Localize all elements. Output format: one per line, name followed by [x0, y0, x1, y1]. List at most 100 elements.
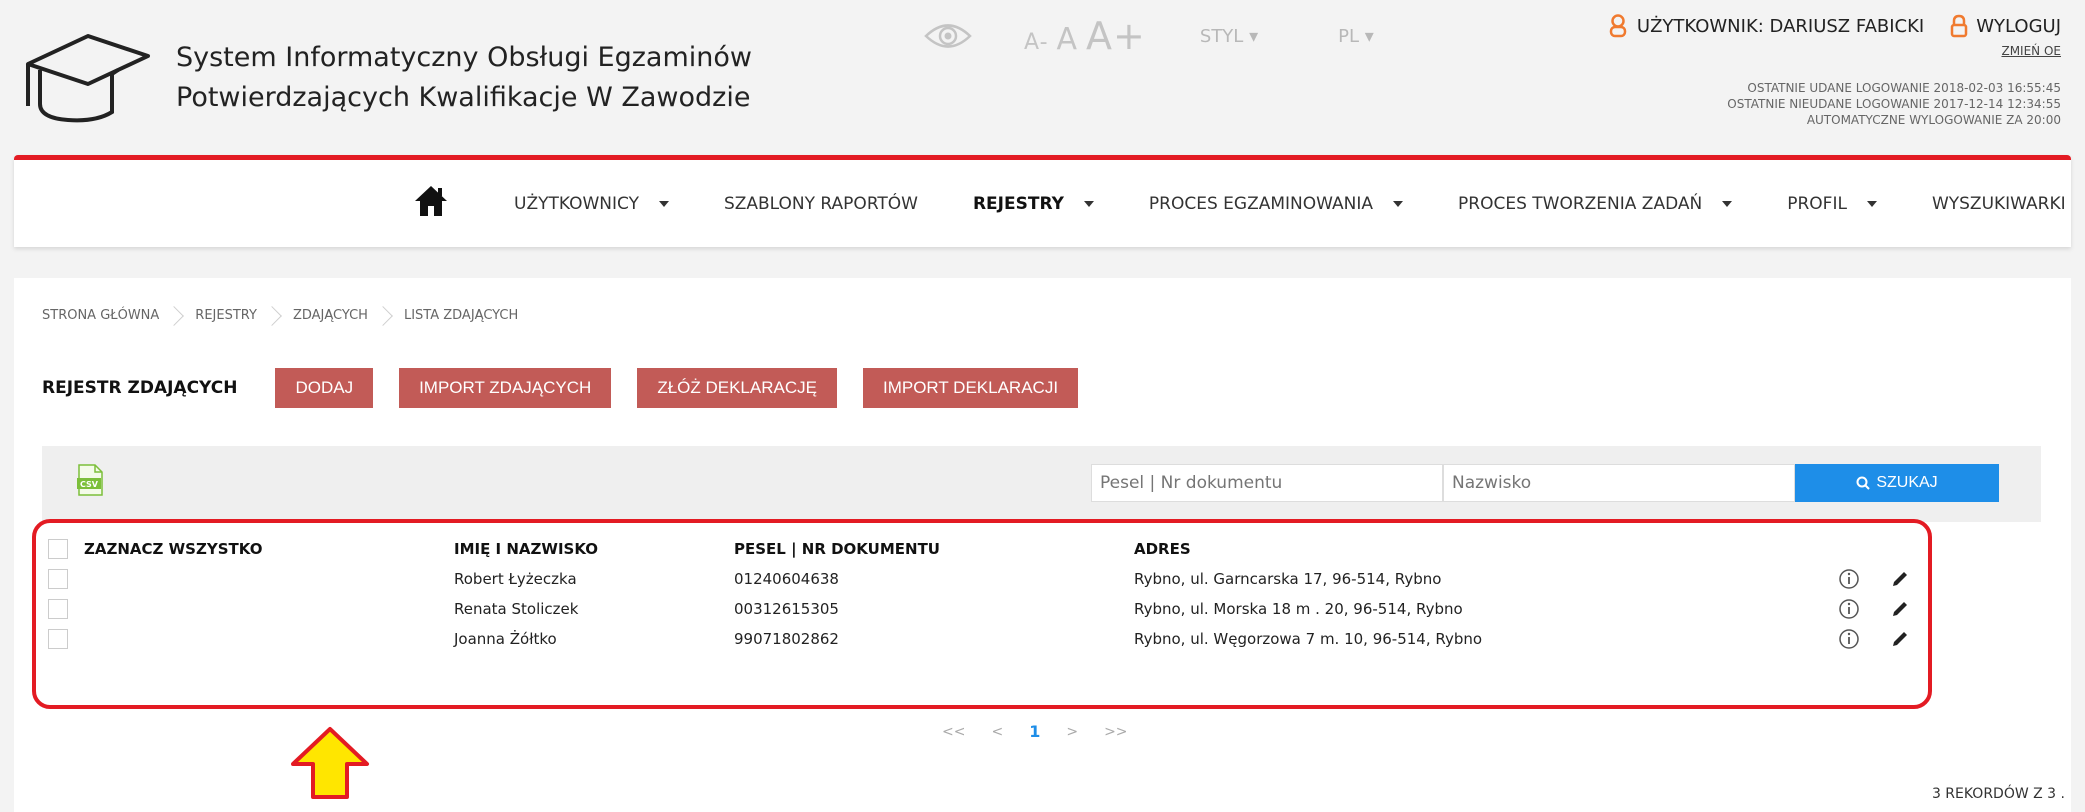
- nav-item-label: PROFIL: [1787, 193, 1847, 214]
- nav-item-0[interactable]: UŻYTKOWNICY: [514, 194, 669, 214]
- pager-current[interactable]: 1: [1029, 722, 1040, 741]
- font-large-button[interactable]: A+: [1086, 14, 1146, 58]
- row-address: Rybno, ul. Garncarska 17, 96-514, Rybno: [1134, 570, 1442, 588]
- lock-icon: [1950, 14, 1968, 38]
- caret-down-icon: [1866, 200, 1877, 207]
- style-label: STYL: [1199, 25, 1244, 47]
- language-label: PL: [1338, 25, 1359, 47]
- row-name: Robert Łyżeczka: [454, 570, 577, 588]
- breadcrumb-item[interactable]: ZDAJĄCYCH: [293, 308, 368, 323]
- header-select-all: ZAZNACZ WSZYSTKO: [84, 540, 263, 558]
- main-navbar: UŻYTKOWNICY SZABLONY RAPORTÓW REJESTRY PROC…: [14, 155, 2071, 247]
- nav-item-label: PROCES TWORZENIA ZADAŃ: [1458, 193, 1703, 214]
- row-name: Renata Stoliczek: [454, 600, 579, 618]
- select-all-checkbox[interactable]: [48, 539, 68, 559]
- user-name-label: UŻYTKOWNIK: DARIUSZ FABICKI: [1636, 15, 1925, 37]
- language-dropdown[interactable]: PL ▾: [1338, 26, 1374, 47]
- search-bar: CSV SZUKAJ: [42, 446, 2041, 522]
- eye-icon[interactable]: [924, 19, 972, 53]
- pencil-icon[interactable]: [1890, 569, 1910, 589]
- logout-label: WYLOGUJ: [1976, 15, 2061, 37]
- records-count: 3 REKORDÓW Z 3 .: [1931, 786, 2065, 802]
- font-size-controls: A- A A+: [1024, 14, 1146, 58]
- search-button-label: SZUKAJ: [1876, 474, 1938, 491]
- breadcrumb-separator-icon: [164, 305, 185, 326]
- row-address: Rybno, ul. Węgorzowa 7 m. 10, 96-514, Ry…: [1134, 630, 1483, 648]
- user-icon: [1609, 14, 1627, 38]
- font-medium-button[interactable]: A: [1057, 22, 1079, 57]
- system-title-line2: Potwierdzających Kwalifikacje W Zawodzie: [176, 82, 751, 113]
- caret-down-icon: [658, 200, 669, 207]
- header-address: ADRES: [1134, 540, 1191, 558]
- register-title: REJESTR ZDAJĄCYCH: [42, 378, 238, 398]
- system-title-line1: System Informatyczny Obsługi Egzaminów: [176, 42, 752, 73]
- table-row: Joanna Żółtko 99071802862 Rybno, ul. Węgor…: [48, 625, 1948, 653]
- row-address: Rybno, ul. Morska 18 m . 20, 96-514, Ryb…: [1134, 600, 1463, 618]
- yellow-arrow-icon: [291, 727, 369, 799]
- breadcrumb-item[interactable]: REJESTRY: [195, 308, 257, 323]
- nav-item-label: PROCES EGZAMINOWANIA: [1148, 193, 1374, 214]
- nav-items: UŻYTKOWNICY SZABLONY RAPORTÓW REJESTRY PROC…: [514, 160, 2085, 247]
- change-password-link[interactable]: ZMIEŃ OE: [1609, 44, 2061, 58]
- caret-down-icon: [1393, 200, 1404, 207]
- nav-item-label: REJESTRY: [972, 193, 1064, 214]
- pager-last[interactable]: >>: [1104, 724, 1127, 740]
- header-name: IMIĘ I NAZWISKO: [454, 540, 599, 558]
- nav-item-4[interactable]: PROCES TWORZENIA ZADAŃ: [1458, 193, 1733, 214]
- pager-first[interactable]: <<: [942, 724, 965, 740]
- info-icon[interactable]: [1838, 568, 1860, 590]
- caret-down-icon: [1083, 200, 1094, 207]
- nav-item-2[interactable]: REJESTRY: [973, 194, 1094, 214]
- nav-item-label: UŻYTKOWNICY: [514, 193, 639, 214]
- caret-down-icon: [1722, 200, 1733, 207]
- info-icon[interactable]: [1838, 628, 1860, 650]
- breadcrumb-separator-icon: [373, 305, 393, 326]
- pencil-icon[interactable]: [1890, 629, 1910, 649]
- surname-search-input[interactable]: [1443, 464, 1795, 502]
- pencil-icon[interactable]: [1890, 599, 1910, 619]
- info-icon[interactable]: [1838, 598, 1860, 620]
- graduation-cap-logo: [26, 34, 150, 123]
- row-name: Joanna Żółtko: [454, 630, 557, 648]
- last-login: OSTATNIE UDANE LOGOWANIE 2018-02-03 16:5…: [1747, 81, 2061, 95]
- nav-item-label: WYSZUKIWARKI: [1931, 193, 2066, 214]
- pager-prev[interactable]: <: [991, 724, 1003, 740]
- auto-logout-timer: AUTOMATYCZNE WYLOGOWANIE ZA 20:00: [1806, 113, 2061, 127]
- nav-item-1[interactable]: SZABLONY RAPORTÓW: [724, 194, 918, 214]
- csv-export-icon[interactable]: CSV: [76, 464, 104, 496]
- row-pesel: 01240604638: [734, 570, 839, 588]
- table-row: Renata Stoliczek 00312615305 Rybno, ul. Mo…: [48, 595, 1948, 623]
- logout-link[interactable]: WYLOGUJ: [1950, 14, 2061, 38]
- import-declarations-button[interactable]: IMPORT DEKLARACJI: [862, 368, 1079, 408]
- add-button[interactable]: DODAJ: [275, 368, 374, 408]
- home-icon[interactable]: [414, 184, 448, 218]
- header-pesel: PESEL | NR DOKUMENTU: [734, 540, 940, 558]
- import-candidates-button[interactable]: IMPORT ZDAJĄCYCH: [399, 368, 612, 408]
- header: System Informatyczny Obsługi Egzaminów P…: [0, 0, 2085, 158]
- row-checkbox[interactable]: [48, 569, 68, 589]
- pager-next[interactable]: >: [1066, 724, 1078, 740]
- system-title: System Informatyczny Obsługi Egzaminów P…: [176, 38, 752, 118]
- nav-item-label: SZABLONY RAPORTÓW: [723, 193, 918, 214]
- nav-item-6[interactable]: WYSZUKIWARKI: [1932, 194, 2085, 214]
- pesel-search-input[interactable]: [1091, 464, 1443, 502]
- register-toolbar: REJESTR ZDAJĄCYCH DODAJ IMPORT ZDAJĄCYCH…: [42, 368, 1104, 408]
- breadcrumb-item[interactable]: STRONA GŁÓWNA: [42, 308, 159, 323]
- last-failed-login: OSTATNIE NIEUDANE LOGOWANIE 2017-12-14 1…: [1727, 97, 2061, 111]
- breadcrumb: STRONA GŁÓWNA REJESTRY ZDAJĄCYCH LISTA ZDAJ…: [42, 305, 519, 326]
- nav-item-5[interactable]: PROFIL: [1787, 194, 1877, 214]
- search-button[interactable]: SZUKAJ: [1795, 464, 1999, 502]
- user-box: UŻYTKOWNIK: DARIUSZ FABICKI WYLOGUJ ZMIE…: [1609, 14, 2061, 128]
- table-row: Robert Łyżeczka 01240604638 Rybno, ul. Gar…: [48, 565, 1948, 593]
- breadcrumb-item: LISTA ZDAJĄCYCH: [403, 308, 519, 323]
- row-pesel: 00312615305: [734, 600, 839, 618]
- breadcrumb-separator-icon: [262, 305, 282, 326]
- style-dropdown[interactable]: STYL ▾: [1200, 26, 1258, 47]
- csv-icon-label: CSV: [80, 480, 99, 489]
- row-checkbox[interactable]: [48, 629, 68, 649]
- submit-declaration-button[interactable]: ZŁÓŻ DEKLARACJĘ: [637, 368, 837, 408]
- font-small-button[interactable]: A-: [1024, 30, 1049, 55]
- row-checkbox[interactable]: [48, 599, 68, 619]
- table-header-row: ZAZNACZ WSZYSTKO IMIĘ I NAZWISKO PESEL |…: [48, 535, 1948, 563]
- nav-item-3[interactable]: PROCES EGZAMINOWANIA: [1148, 193, 1404, 214]
